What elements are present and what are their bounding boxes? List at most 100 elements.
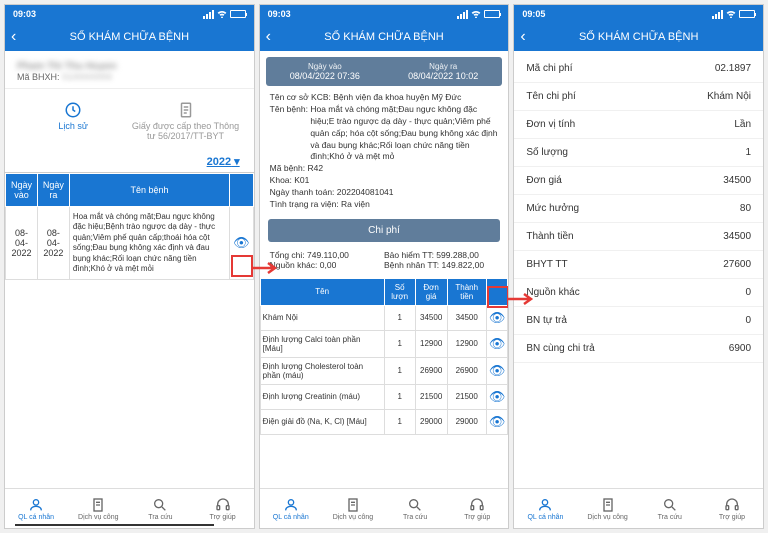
user-name: Pham Thi Thu Huyen <box>17 61 242 72</box>
status-time: 09:03 <box>268 9 291 19</box>
svc-name: Định lượng Calci toàn phần [Máu] <box>260 330 384 357</box>
cell-out: 08-04-2022 <box>37 207 69 280</box>
svc-total: 34500 <box>447 305 486 330</box>
view-detail-icon[interactable]: 👁 <box>233 235 250 251</box>
header-title: SỔ KHÁM CHỮA BỆNH <box>284 31 485 43</box>
nav-services[interactable]: Dịch vụ công <box>67 489 129 528</box>
ngay-tt: Ngày thanh toán: 202204081041 <box>270 187 499 199</box>
nav-search[interactable]: Tra cứu <box>639 489 701 528</box>
battery-icon <box>484 10 500 18</box>
svc-total: 26900 <box>447 357 486 384</box>
signal-icon <box>203 10 214 19</box>
view-service-icon[interactable]: 👁 <box>489 414 506 430</box>
back-icon[interactable]: ‹ <box>520 28 538 46</box>
detail-value: 6900 <box>729 343 751 354</box>
svc-total: 29000 <box>447 409 486 434</box>
service-table: Tên Số lượn Đơn giá Thành tiền Khám Nội1… <box>260 278 509 435</box>
svc-price: 34500 <box>415 305 447 330</box>
arrow-1 <box>252 262 280 274</box>
tab-row: Lịch sử Giấy được cấp theo Thông tư 56/2… <box>5 88 254 151</box>
wifi-icon <box>217 10 227 18</box>
bottom-nav: QL cá nhân Dịch vụ công Tra cứu Trợ giúp <box>260 488 509 528</box>
user-icon <box>28 497 44 513</box>
doc-icon <box>345 497 361 513</box>
view-service-icon[interactable]: 👁 <box>489 389 506 405</box>
detail-value: 27600 <box>723 259 751 270</box>
table-row: 08-04-2022 08-04-2022 Hoa mắt và chóng m… <box>6 207 254 280</box>
service-row: Định lượng Creatinin (máu)12150021500👁 <box>260 384 508 409</box>
detail-value: 02.1897 <box>715 63 751 74</box>
detail-key: BN cùng chi trả <box>526 343 728 354</box>
arrow-2 <box>508 293 536 305</box>
tab-certificate[interactable]: Giấy được cấp theo Thông tư 56/2017/TT-B… <box>129 95 241 147</box>
screen-cost-detail: 09:05 ‹ SỔ KHÁM CHỮA BỆNH Mã chi phí02.1… <box>513 4 764 529</box>
bhxh-value: 0100000000 <box>62 72 112 82</box>
battery-icon <box>739 10 755 18</box>
svc-price: 21500 <box>415 384 447 409</box>
svc-price: 29000 <box>415 409 447 434</box>
detail-value: 1 <box>745 147 751 158</box>
wifi-icon <box>471 10 481 18</box>
tab-history[interactable]: Lịch sử <box>17 95 129 147</box>
status-bar: 09:03 <box>260 5 509 23</box>
highlight-box-1 <box>231 255 253 277</box>
view-service-icon[interactable]: 👁 <box>489 363 506 379</box>
detail-value: 80 <box>740 203 751 214</box>
nav-services[interactable]: Dịch vụ công <box>577 489 639 528</box>
cost-summary: Tổng chi: 749.110,00Nguồn khác: 0,00 Bảo… <box>260 246 509 278</box>
chi-phi-button[interactable]: Chi phí <box>268 219 501 242</box>
screen-history: 09:03 ‹ SỔ KHÁM CHỮA BỆNH Pham Thi Thu H… <box>4 4 255 529</box>
nav-personal[interactable]: QL cá nhân <box>5 489 67 528</box>
doc-icon <box>90 497 106 513</box>
nav-personal[interactable]: QL cá nhân <box>514 489 576 528</box>
nav-help[interactable]: Trợ giúp <box>701 489 763 528</box>
detail-row: Tên chi phíKhám Nội <box>514 83 763 111</box>
doc-icon <box>600 497 616 513</box>
col-out: Ngày ra <box>37 174 69 207</box>
detail-value: 34500 <box>723 231 751 242</box>
user-icon <box>537 497 553 513</box>
app-header: ‹ SỔ KHÁM CHỮA BỆNH <box>514 23 763 51</box>
user-icon <box>283 497 299 513</box>
nav-search[interactable]: Tra cứu <box>129 489 191 528</box>
view-service-icon[interactable]: 👁 <box>489 336 506 352</box>
headset-icon <box>469 497 485 513</box>
detail-row: Mức hưởng80 <box>514 195 763 223</box>
nav-personal[interactable]: QL cá nhân <box>260 489 322 528</box>
back-icon[interactable]: ‹ <box>266 28 284 46</box>
wifi-icon <box>726 10 736 18</box>
nav-help[interactable]: Trợ giúp <box>192 489 254 528</box>
nav-search[interactable]: Tra cứu <box>384 489 446 528</box>
detail-row: Thành tiền34500 <box>514 223 763 251</box>
year-selector[interactable]: 2022 <box>5 151 254 173</box>
svc-total: 12900 <box>447 330 486 357</box>
view-service-icon[interactable]: 👁 <box>489 310 506 326</box>
detail-key: BN tự trả <box>526 315 745 326</box>
detail-row: BN tự trả0 <box>514 307 763 335</box>
detail-row: Đơn giá34500 <box>514 167 763 195</box>
detail-key: Số lượng <box>526 147 745 158</box>
back-icon[interactable]: ‹ <box>11 28 29 46</box>
detail-row: BHYT TT27600 <box>514 251 763 279</box>
ma-benh: Mã bệnh: R42 <box>270 163 499 175</box>
detail-key: Mức hưởng <box>526 203 740 214</box>
detail-value: Khám Nội <box>707 91 751 102</box>
detail-value: 34500 <box>723 175 751 186</box>
search-icon <box>407 497 423 513</box>
detail-row: Đơn vị tínhLần <box>514 111 763 139</box>
svc-price: 12900 <box>415 330 447 357</box>
col-disease: Tên bệnh <box>69 174 229 207</box>
svc-qty: 1 <box>384 330 415 357</box>
signal-icon <box>457 10 468 19</box>
detail-key: Tên chi phí <box>526 91 707 102</box>
search-icon <box>152 497 168 513</box>
document-icon <box>177 101 195 119</box>
cell-in: 08-04-2022 <box>6 207 38 280</box>
service-row: Định lượng Calci toàn phần [Máu]11290012… <box>260 330 508 357</box>
nav-help[interactable]: Trợ giúp <box>446 489 508 528</box>
nav-services[interactable]: Dịch vụ công <box>322 489 384 528</box>
signal-icon <box>712 10 723 19</box>
svc-name: Định lượng Creatinin (máu) <box>260 384 384 409</box>
svc-name: Định lượng Cholesterol toàn phần (máu) <box>260 357 384 384</box>
status-time: 09:03 <box>13 9 36 19</box>
